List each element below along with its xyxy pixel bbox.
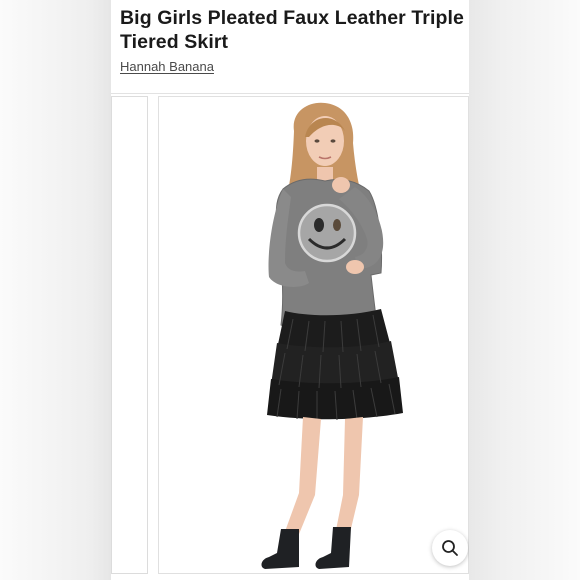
zoom-button[interactable]: [432, 530, 468, 566]
product-title: Big Girls Pleated Faux Leather Triple Ti…: [120, 6, 469, 54]
product-image[interactable]: [158, 96, 469, 574]
thumbnail-strip[interactable]: [111, 96, 148, 574]
product-page: Big Girls Pleated Faux Leather Triple Ti…: [111, 0, 469, 580]
right-background: [469, 0, 580, 580]
model-illustration: [261, 102, 403, 569]
product-title-line-1: Big Girls Pleated Faux Leather Triple: [120, 7, 464, 29]
brand-link[interactable]: Hannah Banana: [120, 59, 214, 74]
search-icon: [442, 540, 458, 556]
divider: [111, 93, 469, 94]
product-title-line-2: Tiered Skirt: [120, 31, 229, 53]
left-background: [0, 0, 111, 580]
